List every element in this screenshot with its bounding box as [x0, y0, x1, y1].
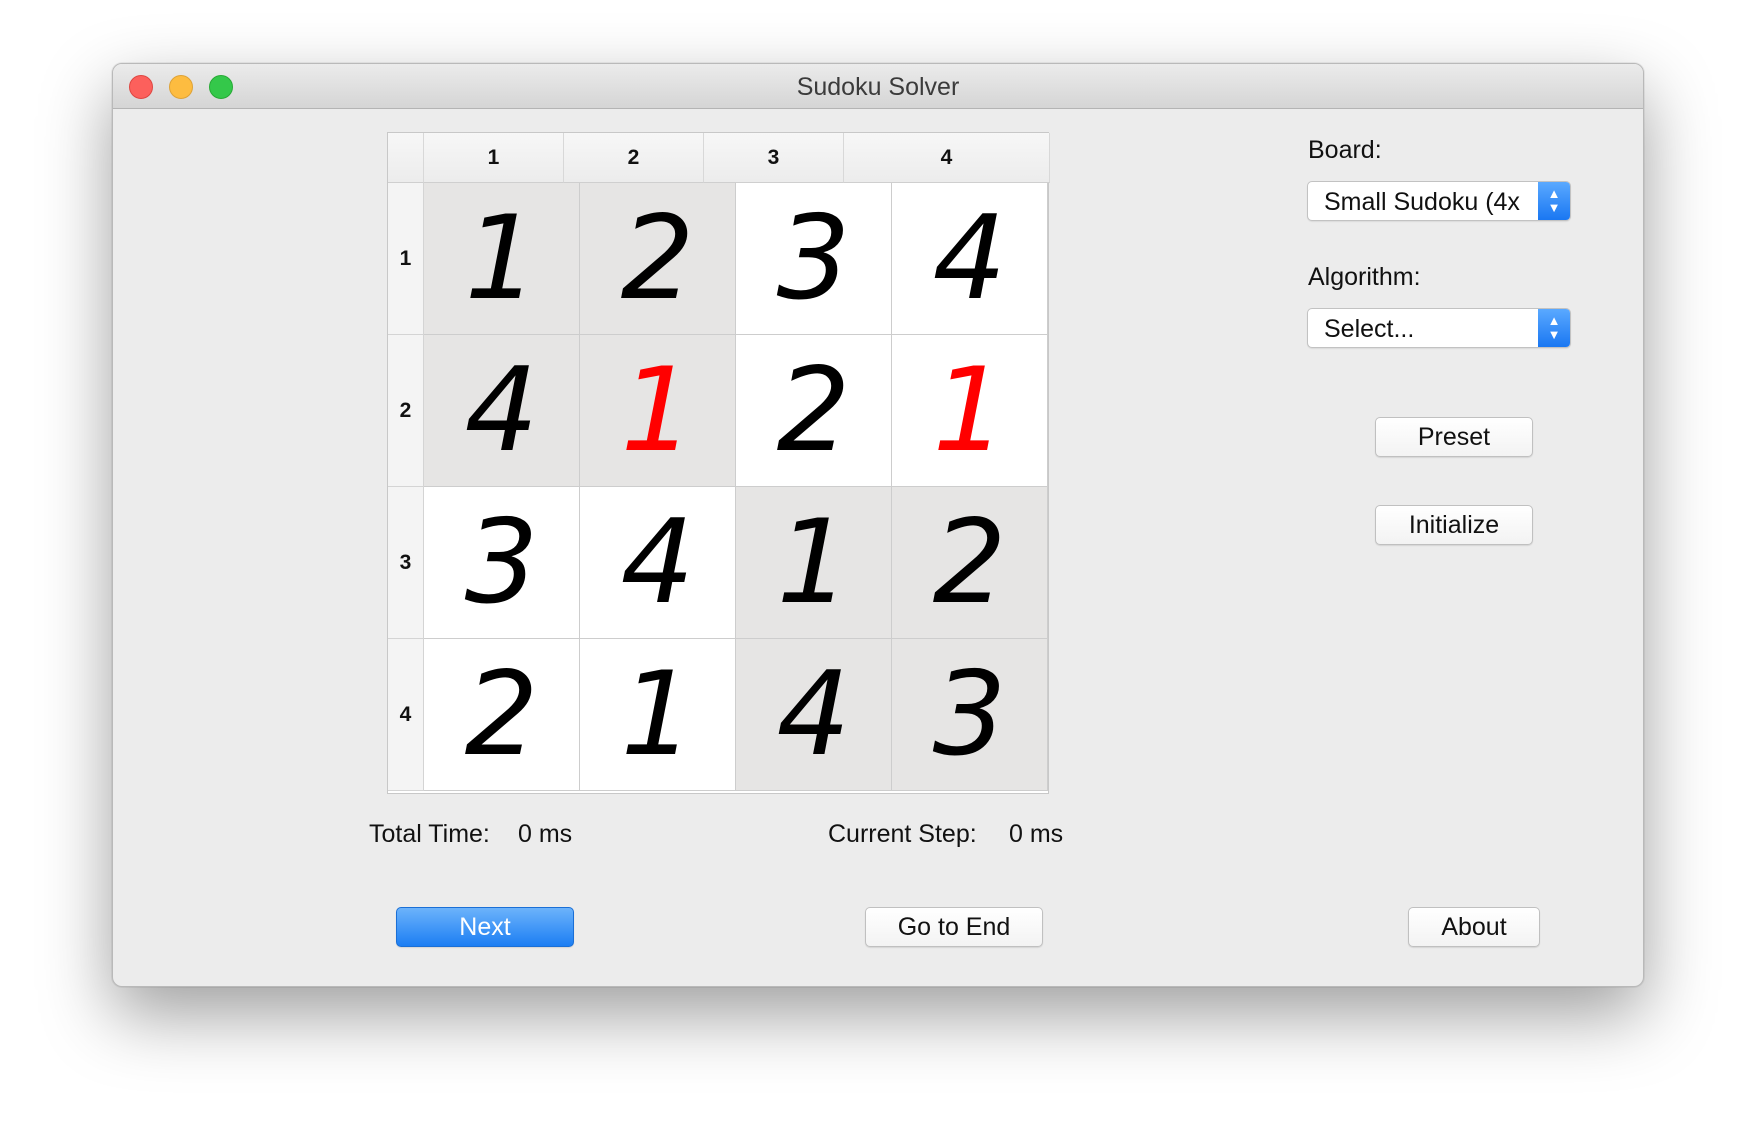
board-select-value: Small Sudoku (4x: [1324, 188, 1520, 216]
cell-r2-c1[interactable]: 4: [424, 335, 580, 487]
up-down-chevron-icon: ▲ ▼: [1538, 182, 1570, 220]
algorithm-select-value: Select...: [1324, 315, 1415, 343]
cell-r4-c4[interactable]: 3: [892, 639, 1048, 791]
go-to-end-button[interactable]: Go to End: [865, 907, 1043, 947]
current-step-label: Current Step:: [828, 820, 977, 848]
cell-r1-c1[interactable]: 1: [424, 183, 580, 335]
cell-r2-c3[interactable]: 2: [736, 335, 892, 487]
algorithm-select[interactable]: Select... ▲ ▼: [1307, 308, 1571, 348]
cell-r4-c3[interactable]: 4: [736, 639, 892, 791]
board-select[interactable]: Small Sudoku (4x ▲ ▼: [1307, 181, 1571, 221]
cell-r3-c3[interactable]: 1: [736, 487, 892, 639]
title-bar: Sudoku Solver: [113, 64, 1643, 109]
row-header-2: 2: [388, 335, 424, 487]
cell-r2-c4[interactable]: 1: [892, 335, 1048, 487]
cell-r1-c3[interactable]: 3: [736, 183, 892, 335]
column-header-3[interactable]: 3: [704, 133, 844, 183]
cell-r4-c1[interactable]: 2: [424, 639, 580, 791]
algorithm-label: Algorithm:: [1308, 263, 1421, 291]
column-header-4[interactable]: 4: [844, 133, 1050, 183]
column-header-2[interactable]: 2: [564, 133, 704, 183]
board-label: Board:: [1308, 136, 1382, 164]
sudoku-grid: 1 2 3 4 1 2 3 4 1 2 3 4 4 1 2 1 3 4 1 2 …: [387, 132, 1050, 794]
window-title: Sudoku Solver: [796, 73, 960, 101]
about-button[interactable]: About: [1408, 907, 1540, 947]
up-down-chevron-icon: ▲ ▼: [1538, 309, 1570, 347]
row-header-3: 3: [388, 487, 424, 639]
cell-r3-c1[interactable]: 3: [424, 487, 580, 639]
preset-button[interactable]: Preset: [1375, 417, 1533, 457]
cell-r1-c2[interactable]: 2: [580, 183, 736, 335]
app-window: Sudoku Solver 1 2 3 4 1 2 3 4 1 2 3 4 4 …: [112, 63, 1644, 987]
current-step-value: 0 ms: [1009, 820, 1064, 848]
next-button[interactable]: Next: [396, 907, 574, 947]
row-header-1: 1: [388, 183, 424, 335]
initialize-button[interactable]: Initialize: [1375, 505, 1533, 545]
cell-r3-c2[interactable]: 4: [580, 487, 736, 639]
cell-r1-c4[interactable]: 4: [892, 183, 1048, 335]
total-time-label: Total Time:: [369, 820, 490, 848]
column-header-1[interactable]: 1: [424, 133, 564, 183]
grid-corner: [388, 133, 424, 183]
cell-r4-c2[interactable]: 1: [580, 639, 736, 791]
cell-r2-c2[interactable]: 1: [580, 335, 736, 487]
total-time-value: 0 ms: [518, 820, 573, 848]
cell-r3-c4[interactable]: 2: [892, 487, 1048, 639]
row-header-4: 4: [388, 639, 424, 791]
